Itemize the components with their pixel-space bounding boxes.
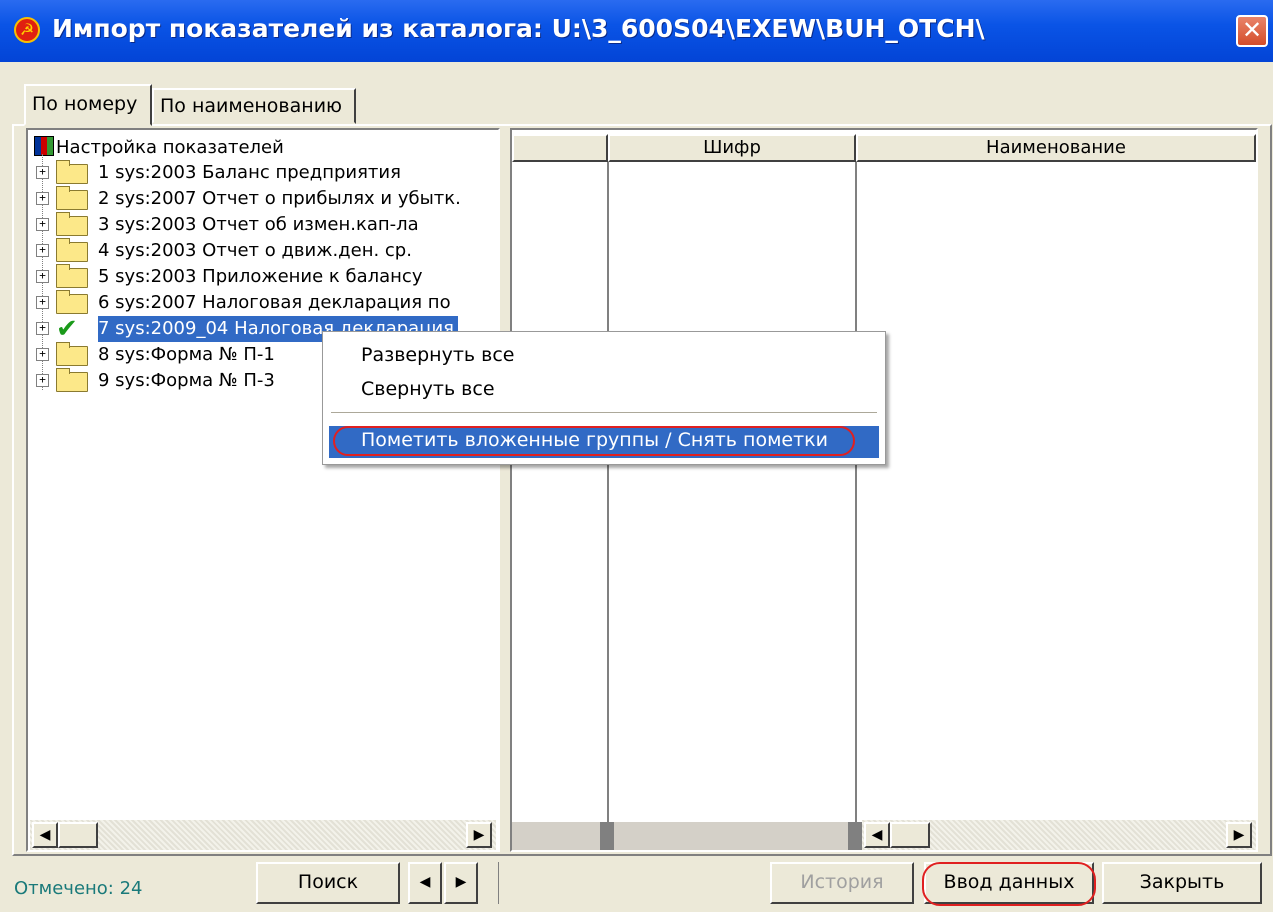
scroll-right-button[interactable]: ▶ <box>466 822 492 848</box>
tree-item-label: 2 sys:2007 Отчет о прибылях и убытк. <box>98 188 461 209</box>
folder-icon <box>56 238 88 262</box>
menu-separator <box>331 412 877 413</box>
check-icon: ✔ <box>56 314 78 344</box>
folder-icon <box>56 160 88 184</box>
grid-header-blank[interactable] <box>512 134 608 162</box>
scroll-left-button[interactable]: ◀ <box>32 822 58 848</box>
data-entry-button[interactable]: Ввод данных <box>922 862 1096 906</box>
scroll-thumb[interactable] <box>58 822 98 848</box>
folder-icon <box>56 264 88 288</box>
folder-icon <box>56 368 88 392</box>
grid-header-name[interactable]: Наименование <box>856 134 1256 162</box>
expand-icon[interactable]: + <box>36 296 49 309</box>
grid-column-divider <box>855 162 857 822</box>
title-bar: ☭ Импорт показателей из каталога: U:\3_6… <box>0 0 1273 62</box>
tree-item-label: 5 sys:2003 Приложение к балансу <box>98 266 423 287</box>
expand-icon[interactable]: + <box>36 374 49 387</box>
next-button[interactable]: ▶ <box>444 862 478 904</box>
tree-item-label: 9 sys:Форма № П-3 <box>98 370 275 391</box>
grid-footer-area <box>512 822 862 850</box>
tree-root-label: Настройка показателей <box>56 137 284 158</box>
checked-count: Отмечено: 24 <box>14 878 143 899</box>
annotation-oval <box>922 862 1096 906</box>
folder-icon <box>56 290 88 314</box>
tab-by-name[interactable]: По наименованию <box>152 88 356 124</box>
scroll-thumb[interactable] <box>890 822 930 848</box>
context-menu: Развернуть все Свернуть все Пометить вло… <box>322 331 886 465</box>
expand-icon[interactable]: + <box>36 270 49 283</box>
menu-item-mark-subgroups-label: Пометить вложенные группы / Снять пометк… <box>361 429 829 451</box>
expand-icon[interactable]: + <box>36 192 49 205</box>
settings-icon <box>34 136 54 156</box>
expand-icon[interactable]: + <box>36 322 49 335</box>
expand-icon[interactable]: + <box>36 218 49 231</box>
menu-item-expand-all[interactable]: Развернуть все <box>361 344 514 366</box>
indicator-tree[interactable]: Настройка показателей +1 sys:2003 Баланс… <box>26 128 500 852</box>
expand-icon[interactable]: + <box>36 244 49 257</box>
history-button[interactable]: История <box>770 862 914 904</box>
folder-icon <box>56 186 88 210</box>
app-icon: ☭ <box>14 17 40 43</box>
folder-icon <box>56 342 88 366</box>
close-button[interactable]: Закрыть <box>1102 862 1262 904</box>
tree-horizontal-scrollbar[interactable]: ◀ ▶ <box>30 820 496 850</box>
close-window-button[interactable]: ✕ <box>1236 15 1268 47</box>
expand-icon[interactable]: + <box>36 166 49 179</box>
indicator-grid[interactable]: Шифр Наименование ◀ ▶ <box>510 128 1258 852</box>
scroll-left-button[interactable]: ◀ <box>864 822 890 848</box>
menu-item-collapse-all[interactable]: Свернуть все <box>361 378 495 400</box>
prev-button[interactable]: ◀ <box>408 862 442 904</box>
search-button[interactable]: Поиск <box>256 862 400 904</box>
expand-icon[interactable]: + <box>36 348 49 361</box>
tree-item-label: 6 sys:2007 Налоговая декларация по <box>98 292 451 313</box>
menu-item-mark-subgroups[interactable]: Пометить вложенные группы / Снять пометк… <box>329 426 879 458</box>
window-title: Импорт показателей из каталога: U:\3_600… <box>52 14 985 43</box>
scroll-right-button[interactable]: ▶ <box>1226 822 1252 848</box>
tab-by-number[interactable]: По номеру <box>24 84 152 126</box>
bottom-divider <box>498 862 499 904</box>
tree-root[interactable]: Настройка показателей <box>34 136 284 160</box>
grid-header-code[interactable]: Шифр <box>608 134 856 162</box>
tree-item-label: 8 sys:Форма № П-1 <box>98 344 275 365</box>
folder-icon <box>56 212 88 236</box>
tree-item-label: 1 sys:2003 Баланс предприятия <box>98 162 401 183</box>
grid-horizontal-scrollbar[interactable]: ◀ ▶ <box>862 820 1256 850</box>
tree-item-label: 3 sys:2003 Отчет об измен.кап-ла <box>98 214 419 235</box>
grid-column-divider <box>607 162 609 822</box>
tree-item-label: 4 sys:2003 Отчет о движ.ден. ср. <box>98 240 412 261</box>
